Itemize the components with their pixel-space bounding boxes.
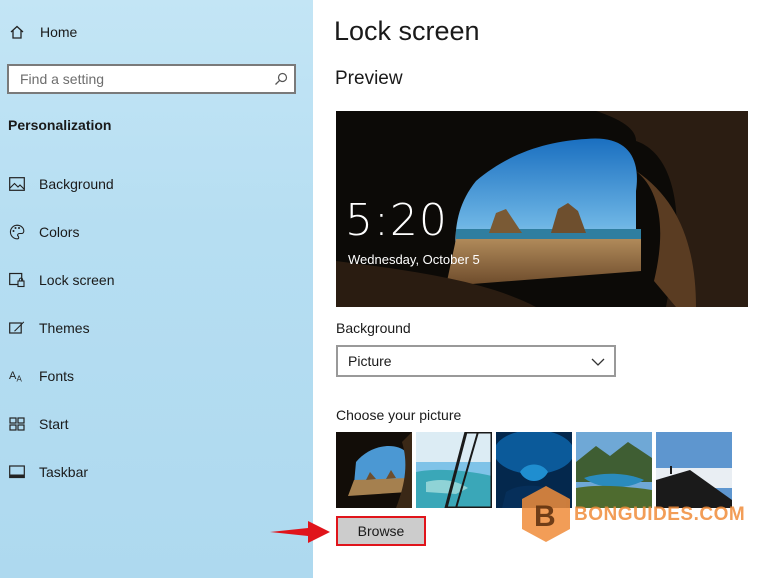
bonguides-logo-icon: B	[522, 486, 570, 542]
choose-picture-label: Choose your picture	[336, 407, 462, 423]
sidebar-item-start[interactable]: Start	[0, 406, 313, 442]
start-icon	[8, 415, 26, 433]
picture-icon	[8, 175, 26, 193]
section-title: Personalization	[8, 117, 112, 133]
svg-text:A: A	[17, 375, 23, 384]
background-label: Background	[336, 320, 411, 336]
watermark-logo-letter: B	[534, 500, 556, 533]
chevron-down-icon	[591, 355, 605, 367]
picture-thumbnail-window-sea[interactable]	[416, 432, 492, 508]
sidebar-item-label: Taskbar	[39, 464, 89, 480]
sidebar-item-lock-screen[interactable]: Lock screen	[0, 262, 313, 298]
preview-date: Wednesday, October 5	[348, 252, 480, 267]
browse-button[interactable]: Browse	[336, 516, 426, 546]
sidebar-item-label: Lock screen	[39, 272, 115, 288]
sidebar-item-themes[interactable]: Themes	[0, 310, 313, 346]
sidebar-home-label: Home	[40, 24, 78, 40]
taskbar-icon	[8, 463, 26, 481]
sidebar-item-label: Colors	[39, 224, 80, 240]
sidebar-home[interactable]: Home	[0, 14, 313, 50]
sidebar-item-label: Background	[39, 176, 114, 192]
search-input[interactable]: Find a setting	[7, 64, 296, 94]
page-title: Lock screen	[334, 16, 480, 46]
watermark-text: BONGUIDES.COM	[574, 504, 746, 525]
picture-thumbnail-cave[interactable]	[336, 432, 412, 508]
watermark: B BONGUIDES.COM	[518, 484, 745, 544]
lock-screen-icon	[8, 271, 26, 289]
preview-heading: Preview	[335, 68, 403, 89]
search-placeholder: Find a setting	[20, 71, 105, 87]
sidebar-item-taskbar[interactable]: Taskbar	[0, 454, 313, 490]
background-dropdown-value: Picture	[348, 353, 392, 369]
lock-screen-preview: 5:20 Wednesday, October 5	[336, 111, 748, 307]
palette-icon	[8, 223, 26, 241]
sidebar-item-label: Themes	[39, 320, 90, 336]
sidebar-item-label: Fonts	[39, 368, 75, 384]
sidebar: Home Find a setting Personalization Back…	[0, 0, 313, 578]
sidebar-item-fonts[interactable]: AA Fonts	[0, 358, 313, 394]
home-icon	[8, 23, 26, 41]
sidebar-item-colors[interactable]: Colors	[0, 214, 313, 250]
sidebar-item-background[interactable]: Background	[0, 166, 313, 202]
fonts-icon: AA	[8, 367, 26, 385]
sidebar-item-label: Start	[39, 416, 69, 432]
search-icon[interactable]	[274, 72, 288, 86]
preview-time: 5:20	[345, 195, 448, 246]
pointer-arrow-icon	[270, 521, 330, 543]
themes-icon	[8, 319, 26, 337]
background-dropdown[interactable]: Picture	[336, 345, 616, 377]
